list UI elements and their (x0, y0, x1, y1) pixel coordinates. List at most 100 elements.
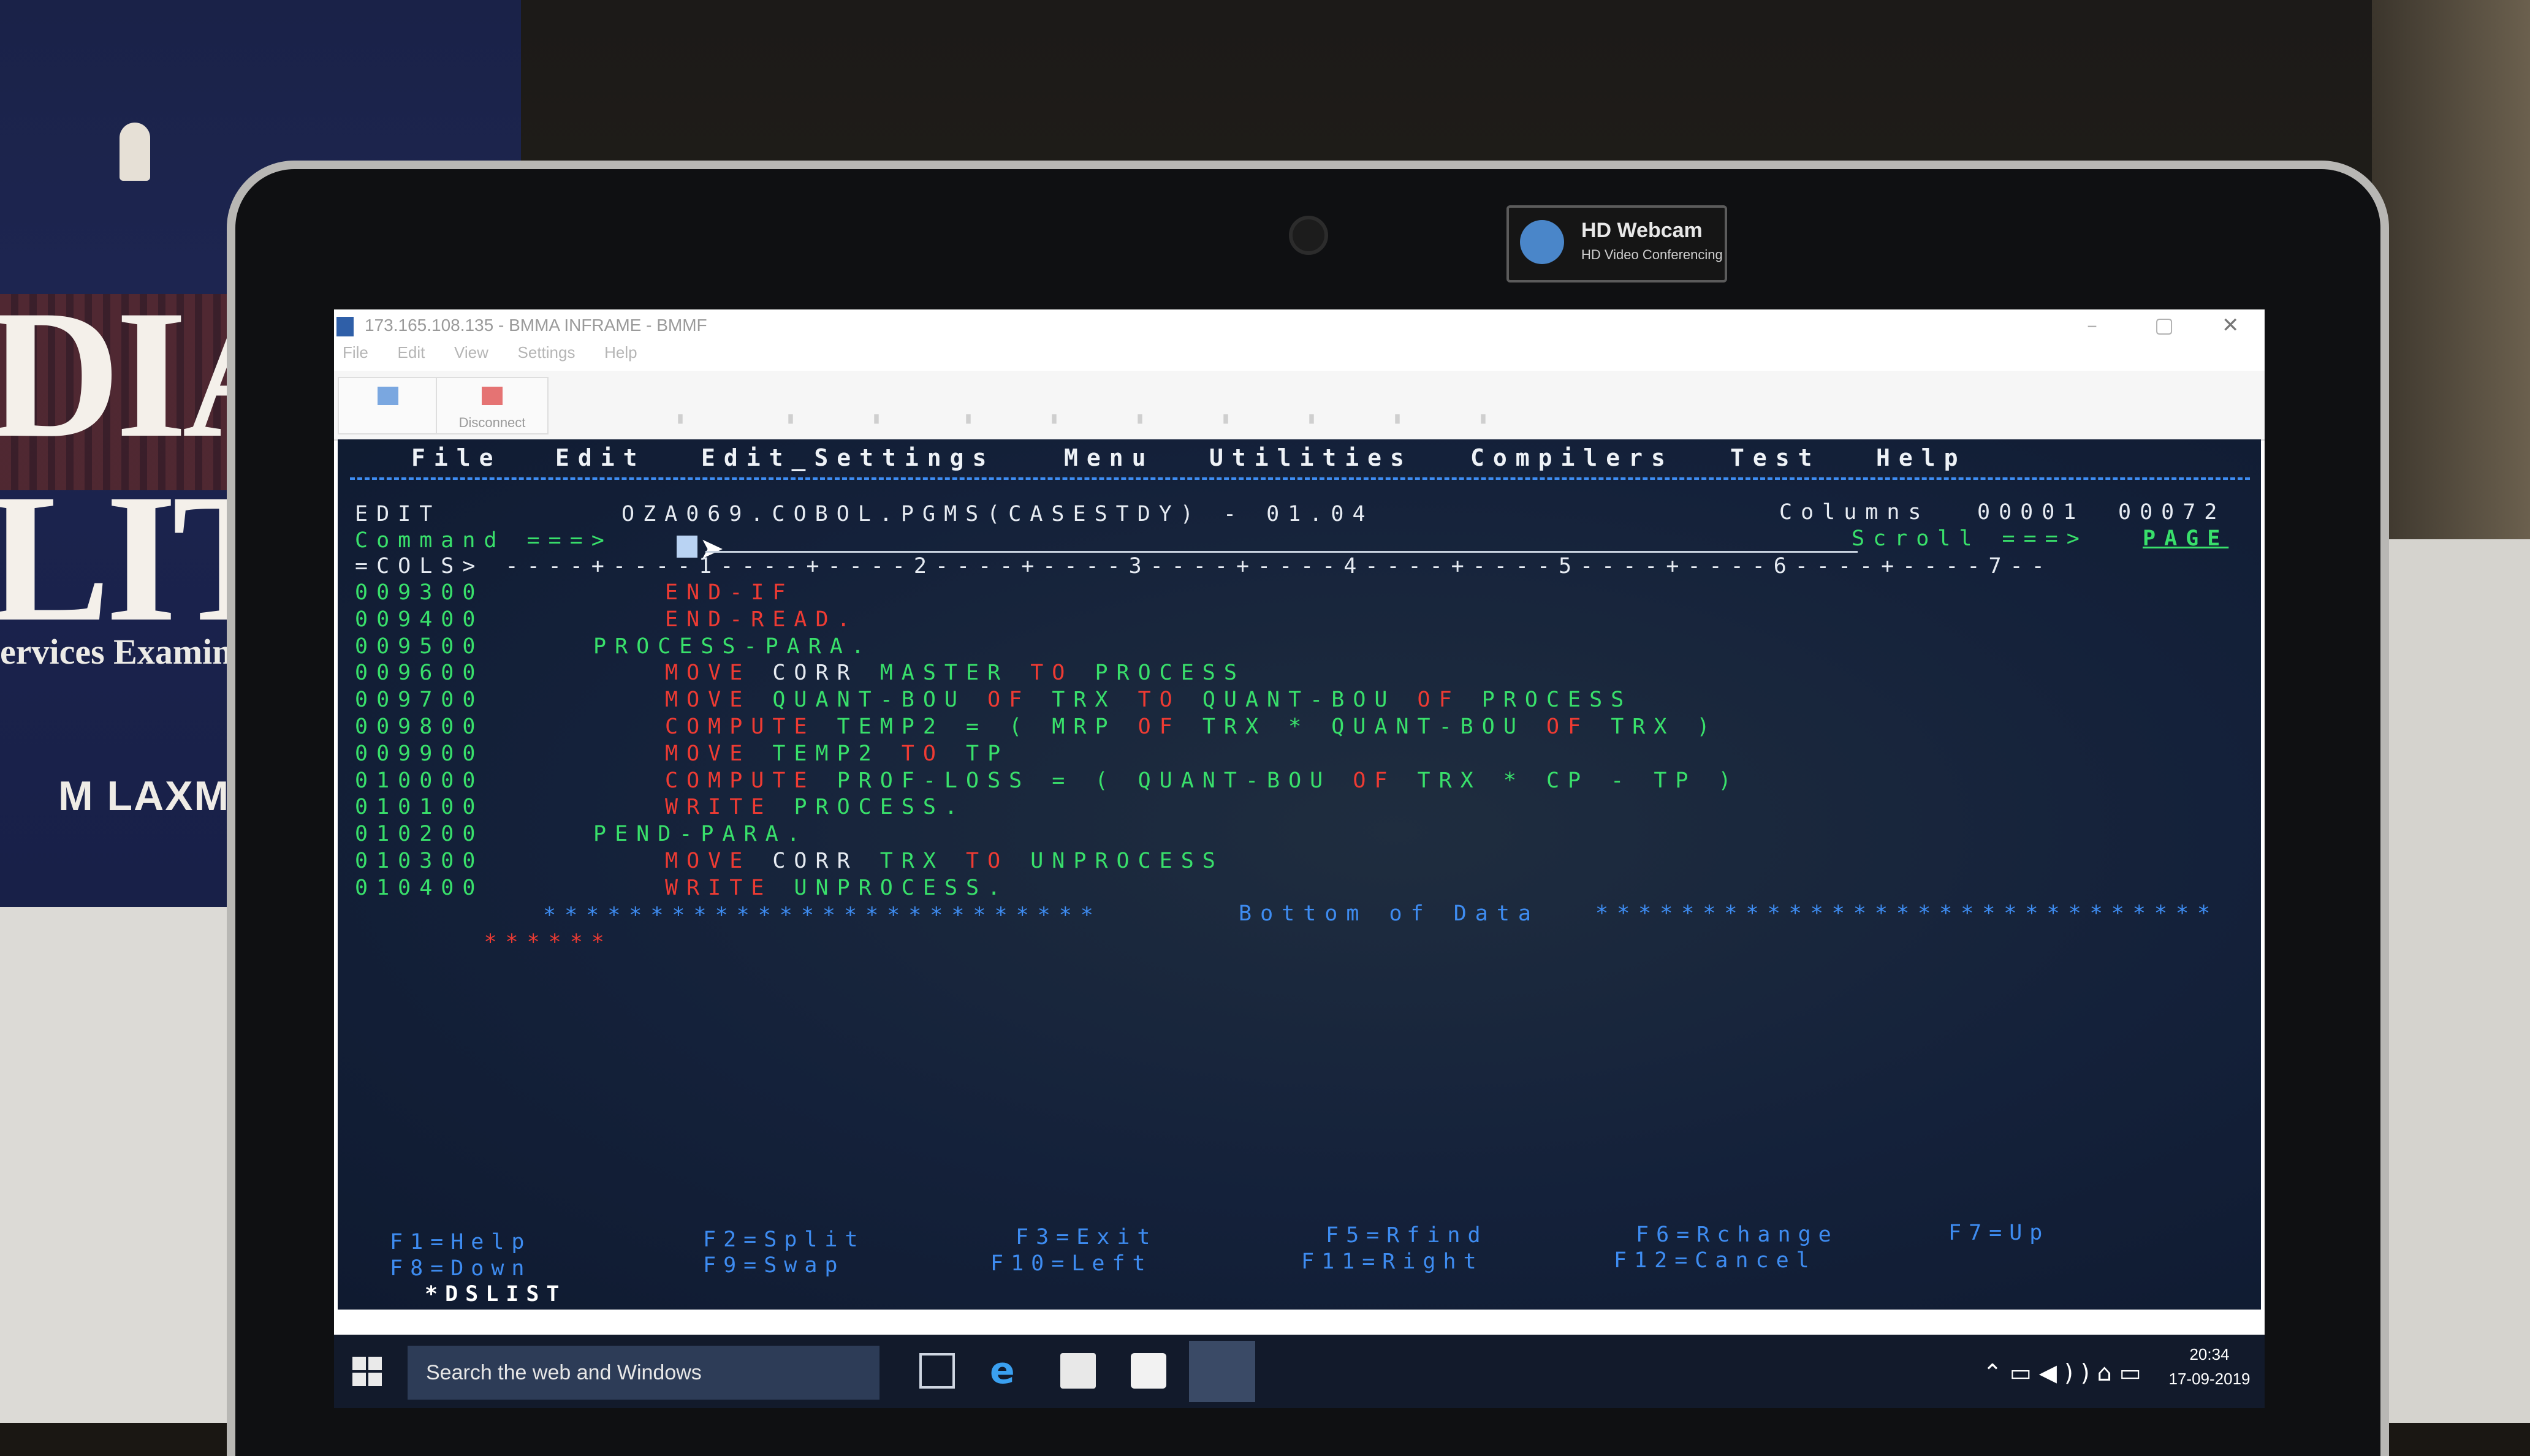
ispf-menu-edit[interactable]: Edit (555, 444, 646, 471)
fkey-f1[interactable]: F1=Help (390, 1230, 532, 1254)
line-number[interactable]: 009800 (355, 713, 484, 740)
toolbar-ghost-8[interactable]: ▮ (1284, 377, 1339, 432)
dataset-name: OZA069.COBOL.PGMS(CASESTDY) - 01.04 (621, 502, 1374, 526)
source-line-text[interactable]: PEND-PARA. (593, 821, 808, 847)
connect-button[interactable] (338, 377, 438, 434)
code-token: COMPUTE (665, 715, 837, 739)
store-icon[interactable] (1131, 1353, 1166, 1389)
dslist-link[interactable]: *DSLIST (425, 1282, 567, 1306)
code-token: OF (1138, 715, 1202, 739)
fkey-f3[interactable]: F3=Exit (1016, 1225, 1158, 1249)
fkey-f9[interactable]: F9=Swap (703, 1253, 845, 1278)
menu-edit[interactable]: Edit (398, 343, 425, 362)
code-token: MOVE (665, 849, 773, 873)
line-number[interactable]: 010000 (355, 767, 484, 794)
source-line-text[interactable]: MOVE CORR MASTER TO PROCESS (665, 659, 1245, 686)
source-line-text[interactable]: END-READ. (665, 606, 859, 633)
fkey-f6[interactable]: F6=Rchange (1636, 1223, 1839, 1247)
code-token: PROCESS-PARA. (593, 634, 873, 659)
ispf-menu-test[interactable]: Test (1730, 444, 1821, 471)
minimize-icon[interactable]: – (2087, 313, 2097, 338)
ispf-menu-help[interactable]: Help (1876, 444, 1967, 471)
source-line-text[interactable]: MOVE QUANT-BOU OF TRX TO QUANT-BOU OF PR… (665, 686, 1632, 713)
taskbar-clock[interactable]: 20:34 17-09-2019 (2163, 1342, 2255, 1391)
menu-help[interactable]: Help (604, 343, 637, 362)
code-token: MOVE (665, 688, 773, 713)
line-number[interactable]: 009500 (355, 633, 484, 660)
fkey-f5[interactable]: F5=Rfind (1326, 1223, 1488, 1248)
system-tray-icons[interactable]: ⌃▭◀))⌂▭ (1983, 1359, 2149, 1386)
box-right (2372, 0, 2530, 552)
toolbar-ghost-10[interactable]: ▮ (1456, 377, 1511, 432)
toolbar-ghost-9[interactable]: ▮ (1370, 377, 1425, 432)
line-number[interactable]: 009600 (355, 659, 484, 686)
code-token: TO (1030, 661, 1095, 686)
windows-start-icon[interactable] (352, 1357, 383, 1387)
line-number[interactable]: 010200 (355, 821, 484, 847)
menu-view[interactable]: View (454, 343, 488, 362)
source-line-text[interactable]: END-IF (665, 579, 794, 606)
fkey-f10[interactable]: F10=Left (990, 1251, 1153, 1276)
ispf-menu-utilities[interactable]: Utilities (1209, 444, 1413, 471)
fkey-f12[interactable]: F12=Cancel (1614, 1248, 1817, 1273)
menu-file[interactable]: File (343, 343, 368, 362)
active-terminal-taskbar-button[interactable] (1189, 1341, 1255, 1402)
window-titlebar[interactable]: 173.165.108.135 - BMMA INFRAME - BMMF – … (334, 309, 2265, 343)
line-number[interactable]: 010100 (355, 794, 484, 821)
ispf-menu-compilers[interactable]: Compilers (1470, 444, 1674, 471)
code-token: OF (1353, 768, 1418, 793)
code-token: TO (901, 741, 967, 766)
line-number[interactable]: 010300 (355, 847, 484, 874)
ispf-terminal[interactable]: File Edit Edit_Settings Menu Utilities C… (338, 439, 2261, 1310)
toolbar-ghost-3[interactable]: ▮ (849, 377, 904, 432)
edge-browser-icon[interactable]: e (990, 1352, 1025, 1389)
fkey-f8[interactable]: F8=Down (390, 1256, 532, 1281)
scroll-label: Scroll ===> (1852, 526, 2088, 551)
ispf-menu-edit-settings[interactable]: Edit_Settings (701, 444, 995, 471)
line-number[interactable]: 010400 (355, 874, 484, 901)
code-token: QUANT-BOU (772, 688, 988, 713)
source-line-text[interactable]: PROCESS-PARA. (593, 633, 873, 660)
file-explorer-icon[interactable] (1060, 1353, 1096, 1389)
source-line-text[interactable]: COMPUTE PROF-LOSS = ( QUANT-BOU OF TRX *… (665, 767, 1740, 794)
line-number[interactable]: 009400 (355, 606, 484, 633)
code-token: OF (1546, 715, 1611, 739)
toolbar-ghost-6[interactable]: ▮ (1112, 377, 1168, 432)
taskbar-search-input[interactable]: Search the web and Windows (408, 1346, 879, 1400)
source-line-text[interactable]: COMPUTE TEMP2 = ( MRP OF TRX * QUANT-BOU… (665, 713, 1719, 740)
source-line-text[interactable]: WRITE UNPROCESS. (665, 874, 1009, 901)
ispf-menu-menu[interactable]: Menu (1064, 444, 1155, 471)
fkey-f11[interactable]: F11=Right (1301, 1249, 1484, 1274)
webcam-sticker: HD Webcam HD Video Conferencing (1506, 205, 1727, 282)
line-number[interactable]: 009900 (355, 740, 484, 767)
fkey-f2[interactable]: F2=Split (703, 1227, 865, 1252)
scroll-amount-field[interactable]: PAGE (2143, 525, 2228, 552)
camera-icon (1289, 216, 1328, 255)
source-line-text[interactable]: MOVE TEMP2 TO TP (665, 740, 1009, 767)
maximize-icon[interactable]: ▢ (2154, 313, 2174, 338)
code-token: CORR (772, 849, 880, 873)
fkey-f7[interactable]: F7=Up (1948, 1221, 2049, 1245)
close-icon[interactable]: ✕ (2222, 313, 2239, 338)
code-token: TRX (879, 849, 967, 873)
toolbar-ghost-5[interactable]: ▮ (1027, 377, 1082, 432)
menu-settings[interactable]: Settings (518, 343, 576, 362)
line-number[interactable]: 009700 (355, 686, 484, 713)
clock-time: 20:34 (2189, 1345, 2230, 1363)
toolbar-ghost-2[interactable]: ▮ (763, 377, 818, 432)
ispf-menu-file[interactable]: File (411, 444, 502, 471)
code-token: UNPROCESS. (794, 875, 1009, 900)
toolbar-ghost-1[interactable]: ▮ (653, 377, 708, 432)
window-title: 173.165.108.135 - BMMA INFRAME - BMMF (365, 316, 707, 335)
disconnect-button[interactable]: Disconnect (436, 377, 549, 434)
toolbar-ghost-4[interactable]: ▮ (941, 377, 996, 432)
source-line-text[interactable]: WRITE PROCESS. (665, 794, 966, 821)
columns-to: 00072 (2118, 500, 2226, 525)
toolbar-ghost-7[interactable]: ▮ (1198, 377, 1253, 432)
task-view-icon[interactable] (919, 1353, 955, 1389)
command-label: Command ===> (355, 528, 613, 553)
terminal-app-icon (336, 317, 354, 336)
line-number[interactable]: 009300 (355, 579, 484, 606)
source-line-text[interactable]: MOVE CORR TRX TO UNPROCESS (665, 847, 1224, 874)
code-token: TRX * QUANT-BOU (1202, 715, 1546, 739)
